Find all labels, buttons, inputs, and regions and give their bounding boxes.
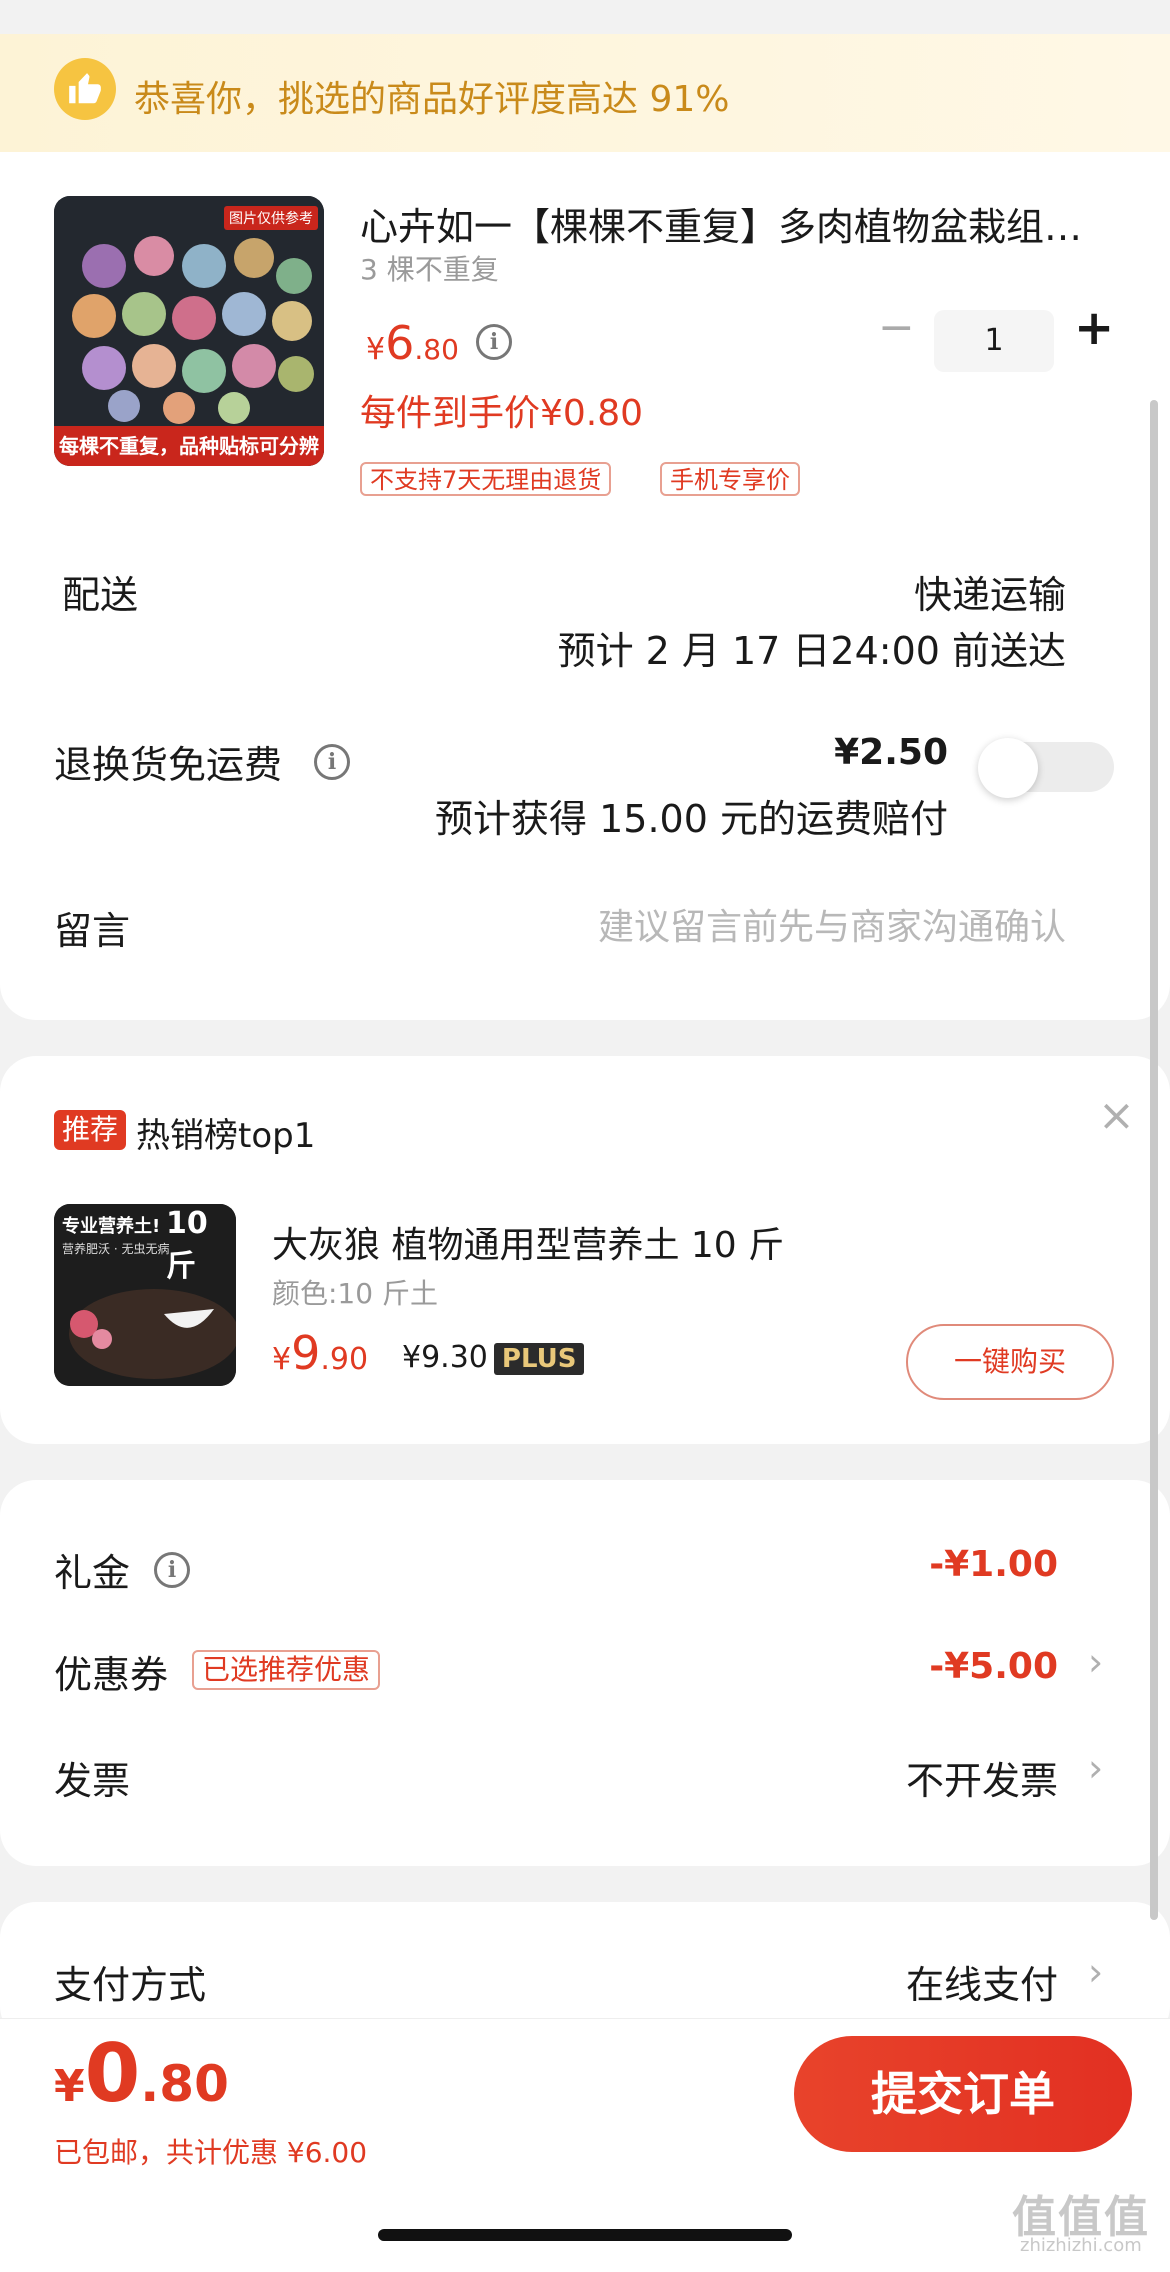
recommend-plus-price: ¥9.30 PLUS — [402, 1340, 585, 1375]
order-card: 图片仅供参考 每棵不重复，品种贴标可分辨 心卉如一【棵棵不重复】多肉植物盆栽组…… — [0, 152, 1170, 1020]
recommend-image-text: 专业营养土! — [62, 1216, 161, 1237]
image-corner-tag: 图片仅供参考 — [224, 206, 318, 230]
recommend-image-weight: 10斤 — [166, 1206, 208, 1284]
coupon-tag: 已选推荐优惠 — [192, 1650, 381, 1690]
total-note: 已包邮，共计优惠 ¥6.00 — [54, 2136, 368, 2169]
gift-info-icon[interactable]: i — [154, 1552, 190, 1588]
recommend-variant: 颜色:10 斤土 — [272, 1277, 438, 1310]
delivery-eta[interactable]: 预计 2 月 17 日24:00 前送达 — [558, 620, 1066, 675]
total-price: ¥0.80 — [54, 2027, 229, 2120]
banner-text: 恭喜你，挑选的商品好评度高达 91% — [134, 79, 730, 120]
thumbs-up-icon — [54, 58, 116, 120]
product-title[interactable]: 心卉如一【棵棵不重复】多肉植物盆栽组… — [360, 196, 1120, 251]
delivery-label: 配送 — [62, 573, 139, 617]
close-icon[interactable]: × — [1098, 1090, 1135, 1141]
return-shipping-price: ¥2.50 — [834, 732, 948, 773]
message-label: 留言 — [54, 909, 131, 953]
gift-label: 礼金 — [54, 1551, 131, 1595]
delivery-method[interactable]: 快递运输 — [914, 564, 1066, 619]
recommend-image-sub: 营养肥沃 · 无虫无病 — [62, 1242, 170, 1256]
return-shipping-note: 预计获得 15.00 元的运费赔付 — [435, 797, 948, 841]
gift-value: -¥1.00 — [929, 1544, 1058, 1585]
product-price: ¥6.80 — [366, 316, 459, 370]
return-shipping-info-icon[interactable]: i — [314, 744, 350, 780]
payment-value[interactable]: 在线支付 — [906, 1954, 1058, 2009]
recommend-price: ¥9.90 — [272, 1326, 369, 1380]
recommend-product-title[interactable]: 大灰狼 植物通用型营养土 10 斤 — [272, 1216, 784, 1268]
invoice-chevron-icon[interactable]: › — [1088, 1746, 1103, 1790]
payment-label: 支付方式 — [54, 1963, 207, 2007]
rating-banner: 恭喜你，挑选的商品好评度高达 91% — [0, 34, 1170, 152]
watermark-url: zhizhizhi.com — [1020, 2235, 1142, 2256]
plus-button[interactable]: + — [1074, 300, 1114, 356]
image-caption: 每棵不重复，品种贴标可分辨 — [59, 434, 319, 458]
return-shipping-toggle[interactable] — [978, 738, 1114, 798]
product-image[interactable]: 图片仅供参考 每棵不重复，品种贴标可分辨 — [54, 196, 324, 466]
payment-chevron-icon[interactable]: › — [1088, 1950, 1103, 1994]
scrollbar[interactable] — [1150, 400, 1158, 1920]
submit-order-button[interactable]: 提交订单 — [794, 2036, 1132, 2152]
quantity-input[interactable]: 1 — [934, 310, 1054, 372]
price-info-icon[interactable]: i — [476, 324, 512, 360]
recommend-image[interactable]: 专业营养土! 10斤 营养肥沃 · 无虫无病 — [54, 1204, 236, 1386]
product-variant[interactable]: 3 棵不重复 — [360, 248, 499, 288]
home-indicator — [378, 2229, 792, 2241]
recommend-title: 热销榜top1 — [136, 1116, 316, 1156]
invoice-value[interactable]: 不开发票 — [906, 1750, 1058, 1805]
minus-button[interactable]: − — [878, 302, 915, 353]
coupon-label: 优惠券 — [54, 1653, 169, 1697]
message-input[interactable]: 建议留言前先与商家沟通确认 — [598, 898, 1066, 950]
recommend-badge: 推荐 — [54, 1110, 127, 1150]
plus-badge: PLUS — [493, 1342, 585, 1375]
coupon-value[interactable]: -¥5.00 — [929, 1646, 1058, 1687]
coupon-chevron-icon[interactable]: › — [1088, 1640, 1103, 1684]
return-shipping-label: 退换货免运费 — [54, 743, 283, 787]
mobile-price-tag: 手机专享价 — [660, 462, 800, 496]
buy-now-button[interactable]: 一键购买 — [906, 1324, 1114, 1400]
no-return-tag: 不支持7天无理由退货 — [360, 462, 612, 496]
invoice-label: 发票 — [54, 1759, 131, 1803]
unit-price: 每件到手价¥0.80 — [360, 393, 644, 434]
discount-card: 礼金 i -¥1.00 优惠券 已选推荐优惠 -¥5.00 › 发票 不开发票 … — [0, 1480, 1170, 1866]
toggle-knob — [978, 738, 1038, 798]
